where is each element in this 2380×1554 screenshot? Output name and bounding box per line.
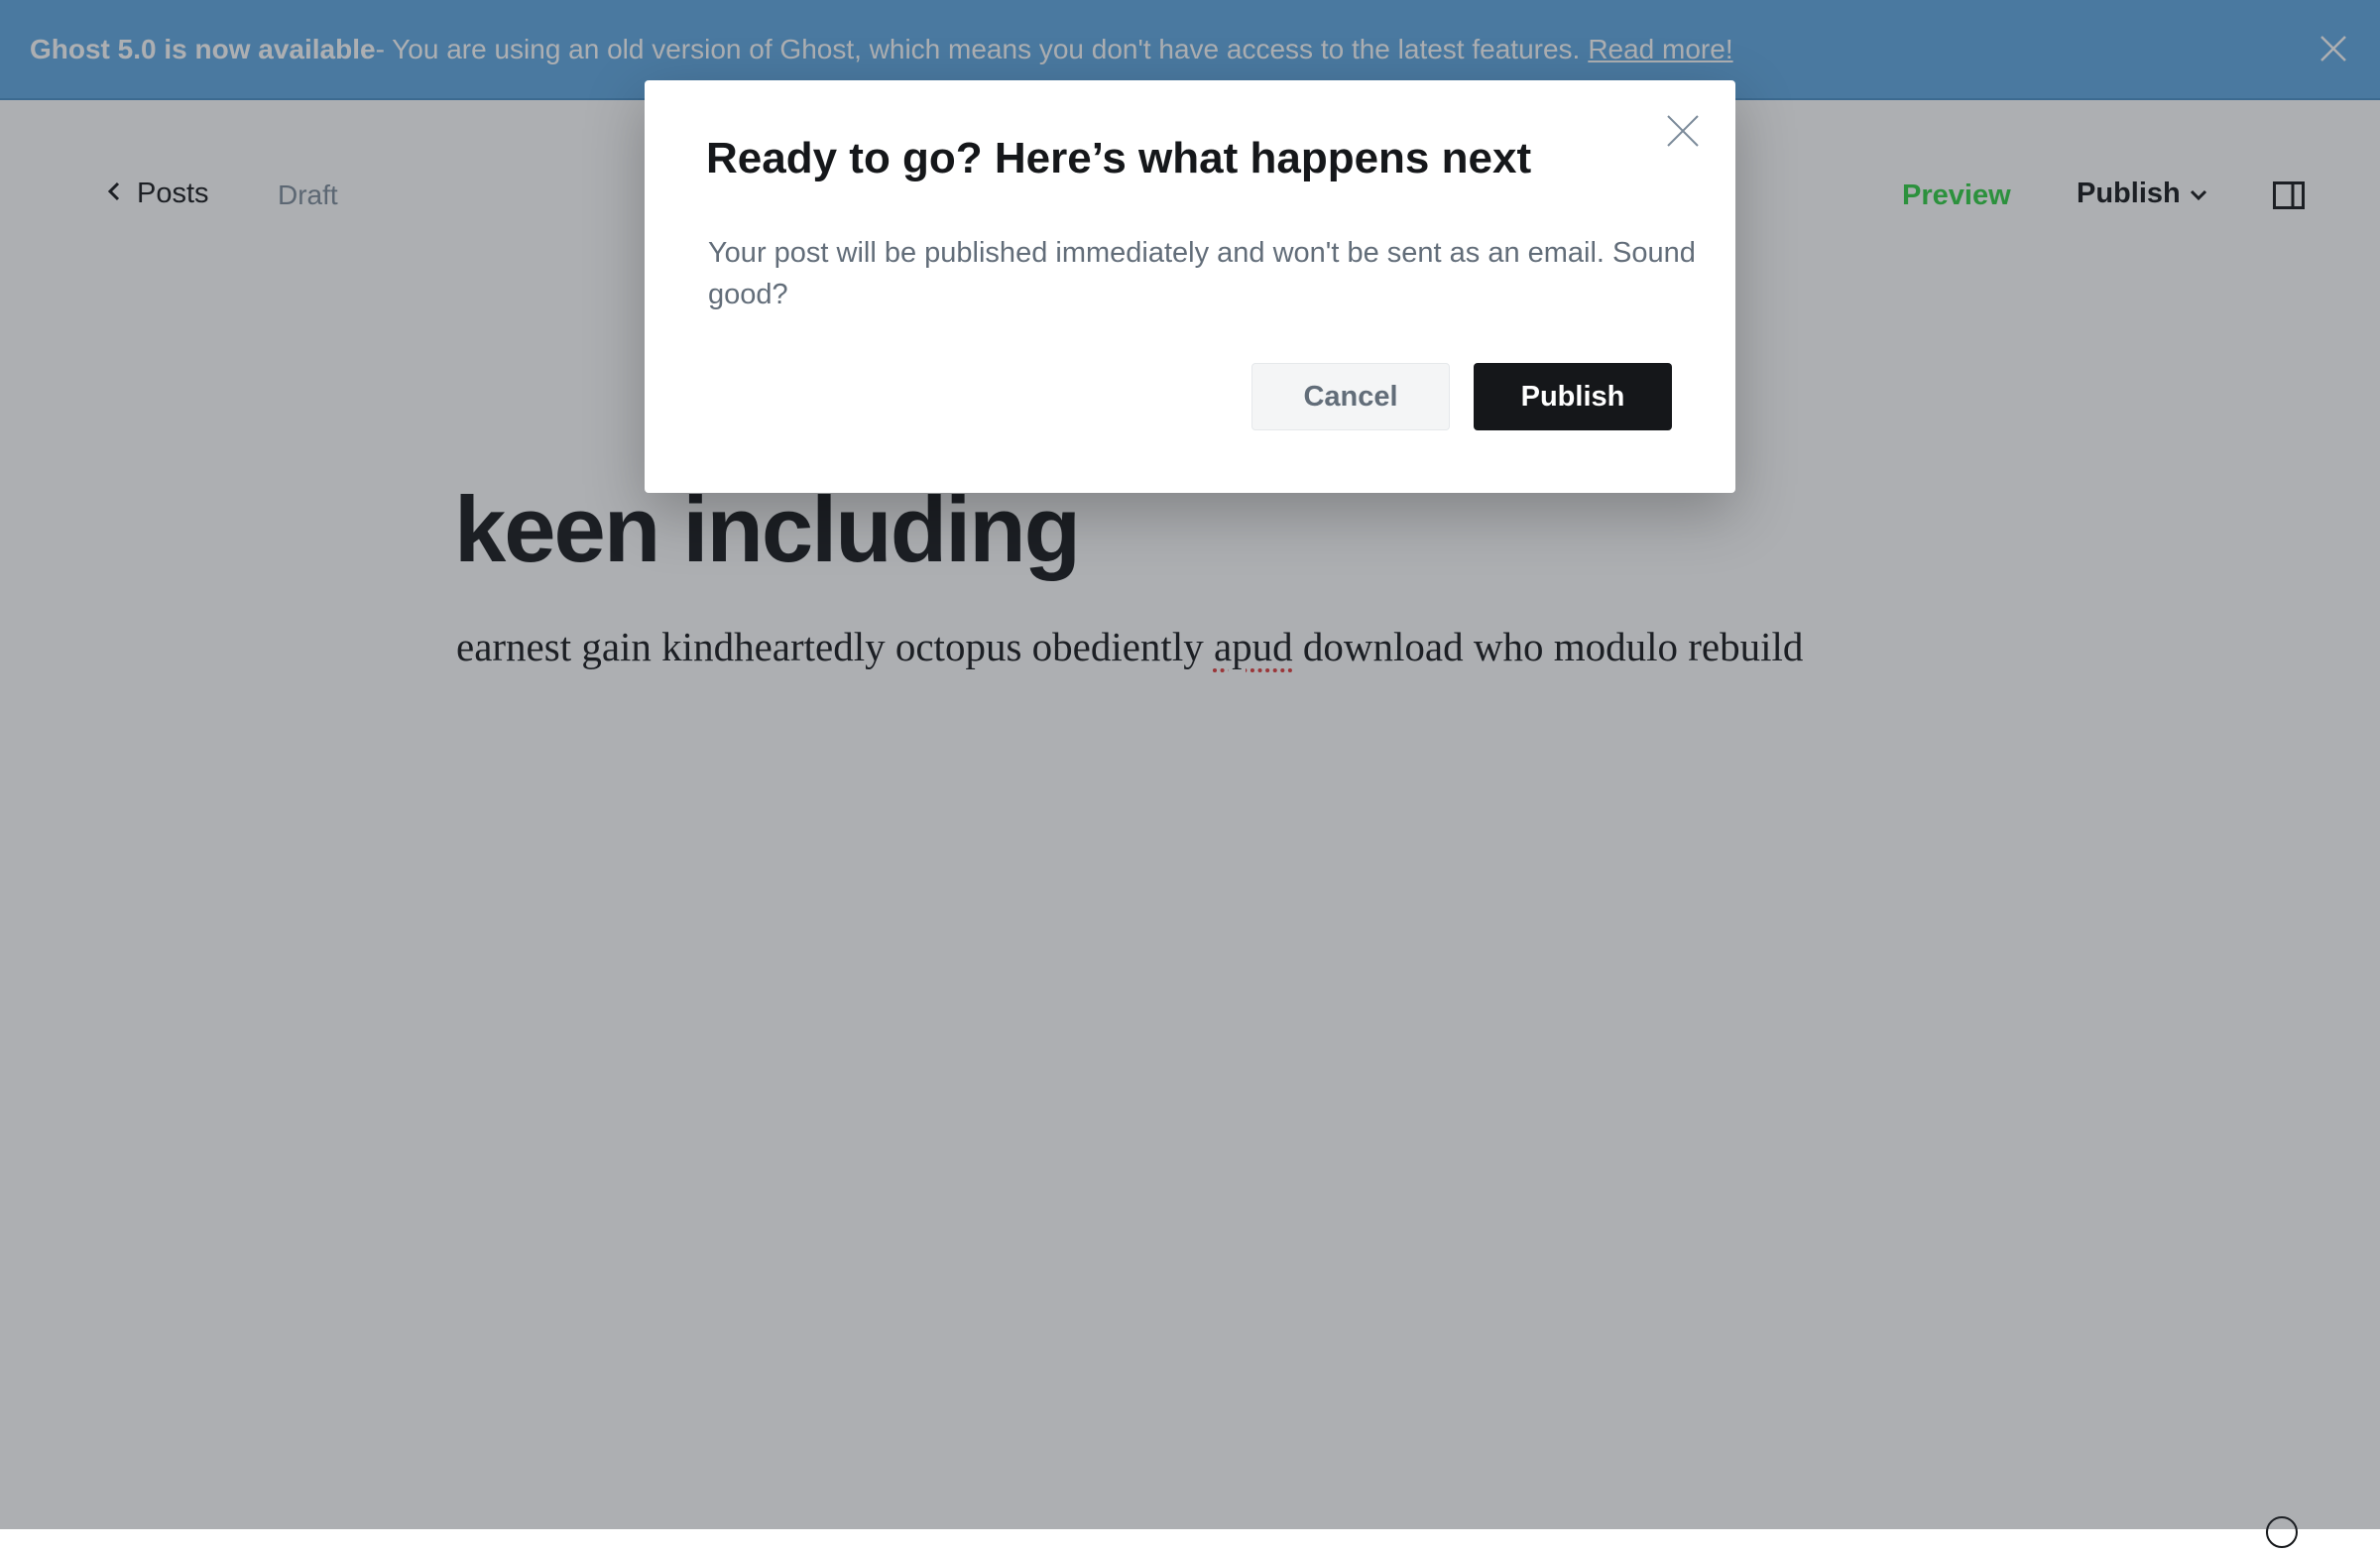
publish-confirm-modal: Ready to go? Here’s what happens next Yo… <box>645 80 1735 493</box>
modal-description: Your post will be published immediately … <box>708 237 1696 310</box>
modal-close-icon[interactable] <box>1664 112 1702 150</box>
cancel-button[interactable]: Cancel <box>1251 363 1450 430</box>
modal-title: Ready to go? Here’s what happens next <box>706 134 1532 182</box>
publish-button[interactable]: Publish <box>1474 363 1672 430</box>
